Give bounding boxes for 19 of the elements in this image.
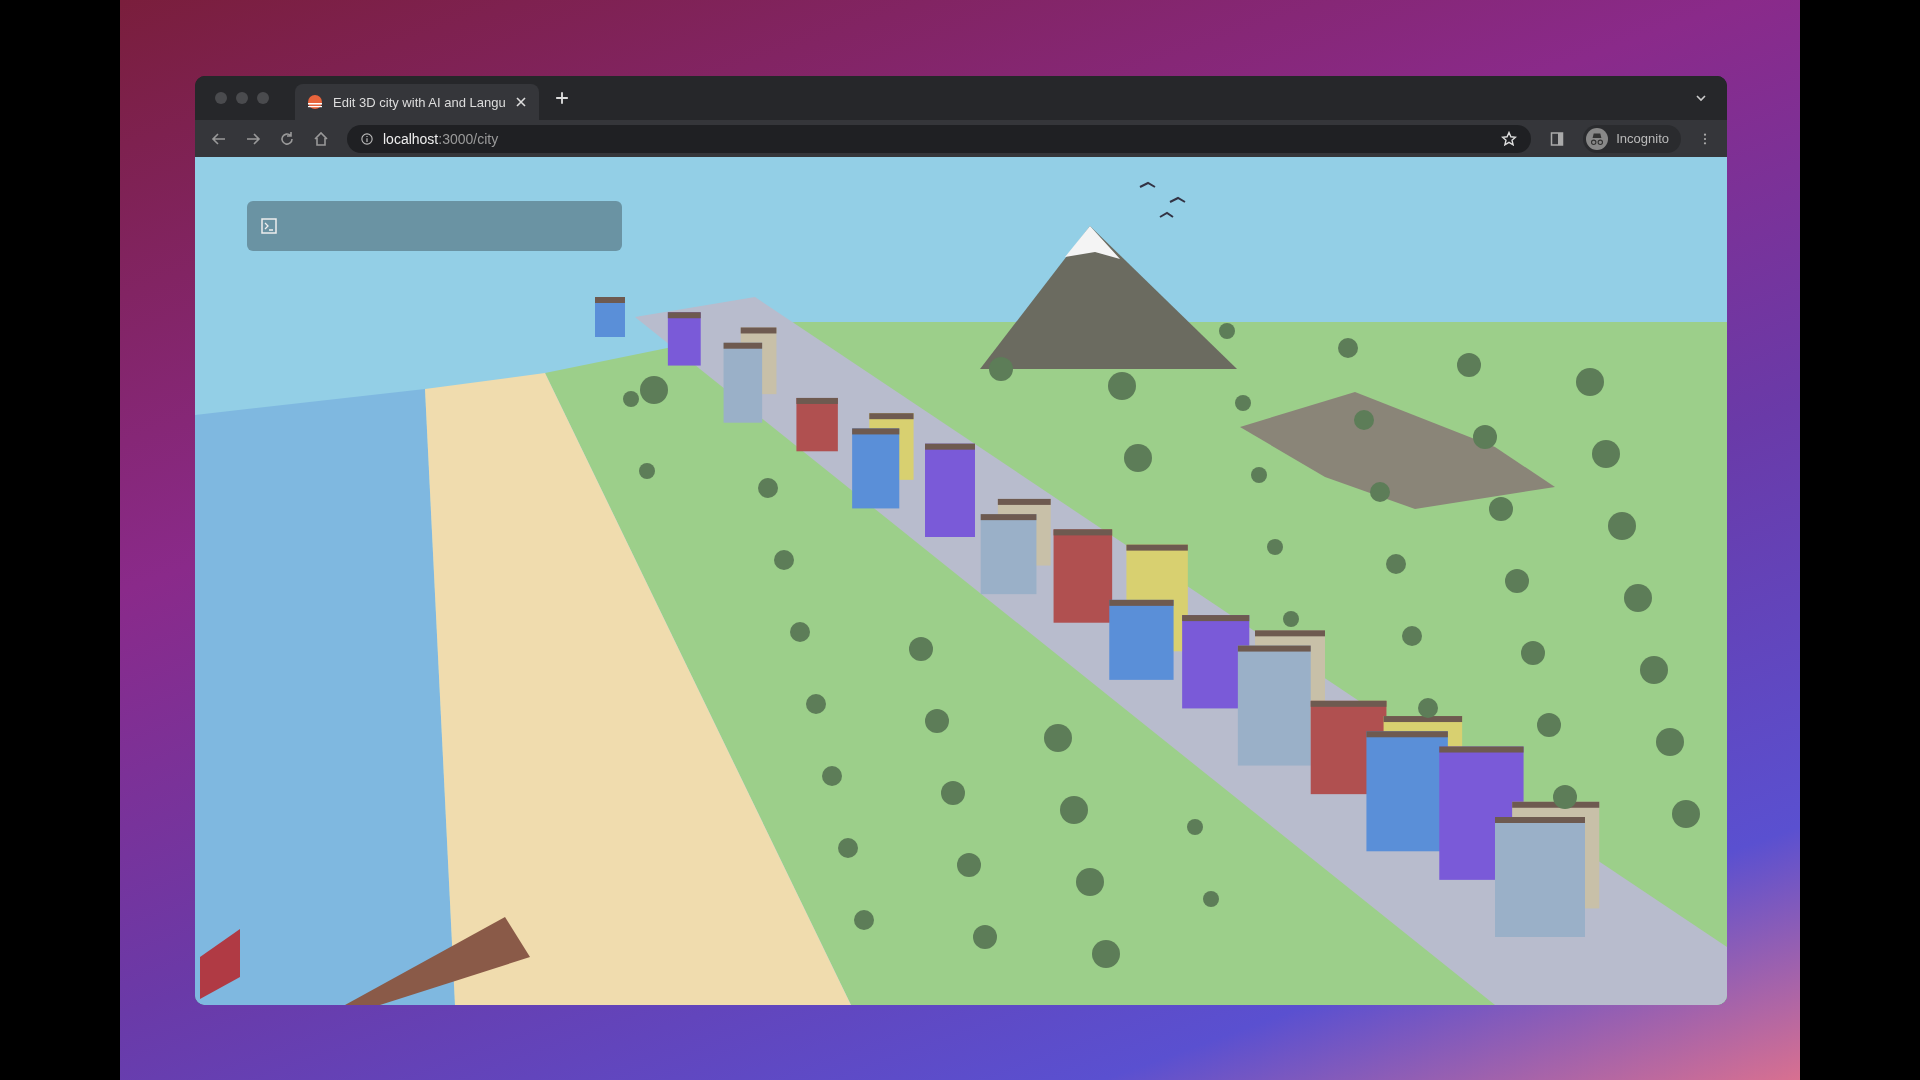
url-text: localhost:3000/city [383, 130, 499, 147]
new-tab-icon[interactable] [555, 91, 569, 105]
info-icon [361, 132, 373, 145]
tab-title: Edit 3D city with AI and Langu [333, 94, 505, 110]
forward-arrow-icon[interactable] [245, 130, 261, 147]
incognito-profile-button[interactable]: Incognito [1583, 124, 1681, 153]
side-panel-icon[interactable] [1549, 130, 1566, 147]
browser-tab[interactable]: Edit 3D city with AI and Langu [295, 84, 539, 120]
address-bar[interactable]: localhost:3000/city [347, 124, 1532, 153]
home-icon[interactable] [313, 130, 329, 147]
reload-icon[interactable] [279, 130, 295, 147]
chevron-down-icon[interactable] [1695, 92, 1707, 104]
command-input-field[interactable] [247, 201, 622, 251]
close-icon[interactable] [515, 96, 527, 108]
incognito-icon [1586, 127, 1609, 150]
back-arrow-icon[interactable] [211, 130, 227, 147]
star-icon[interactable] [1501, 130, 1518, 147]
terminal-icon [261, 218, 277, 234]
sunset-icon [307, 94, 323, 110]
